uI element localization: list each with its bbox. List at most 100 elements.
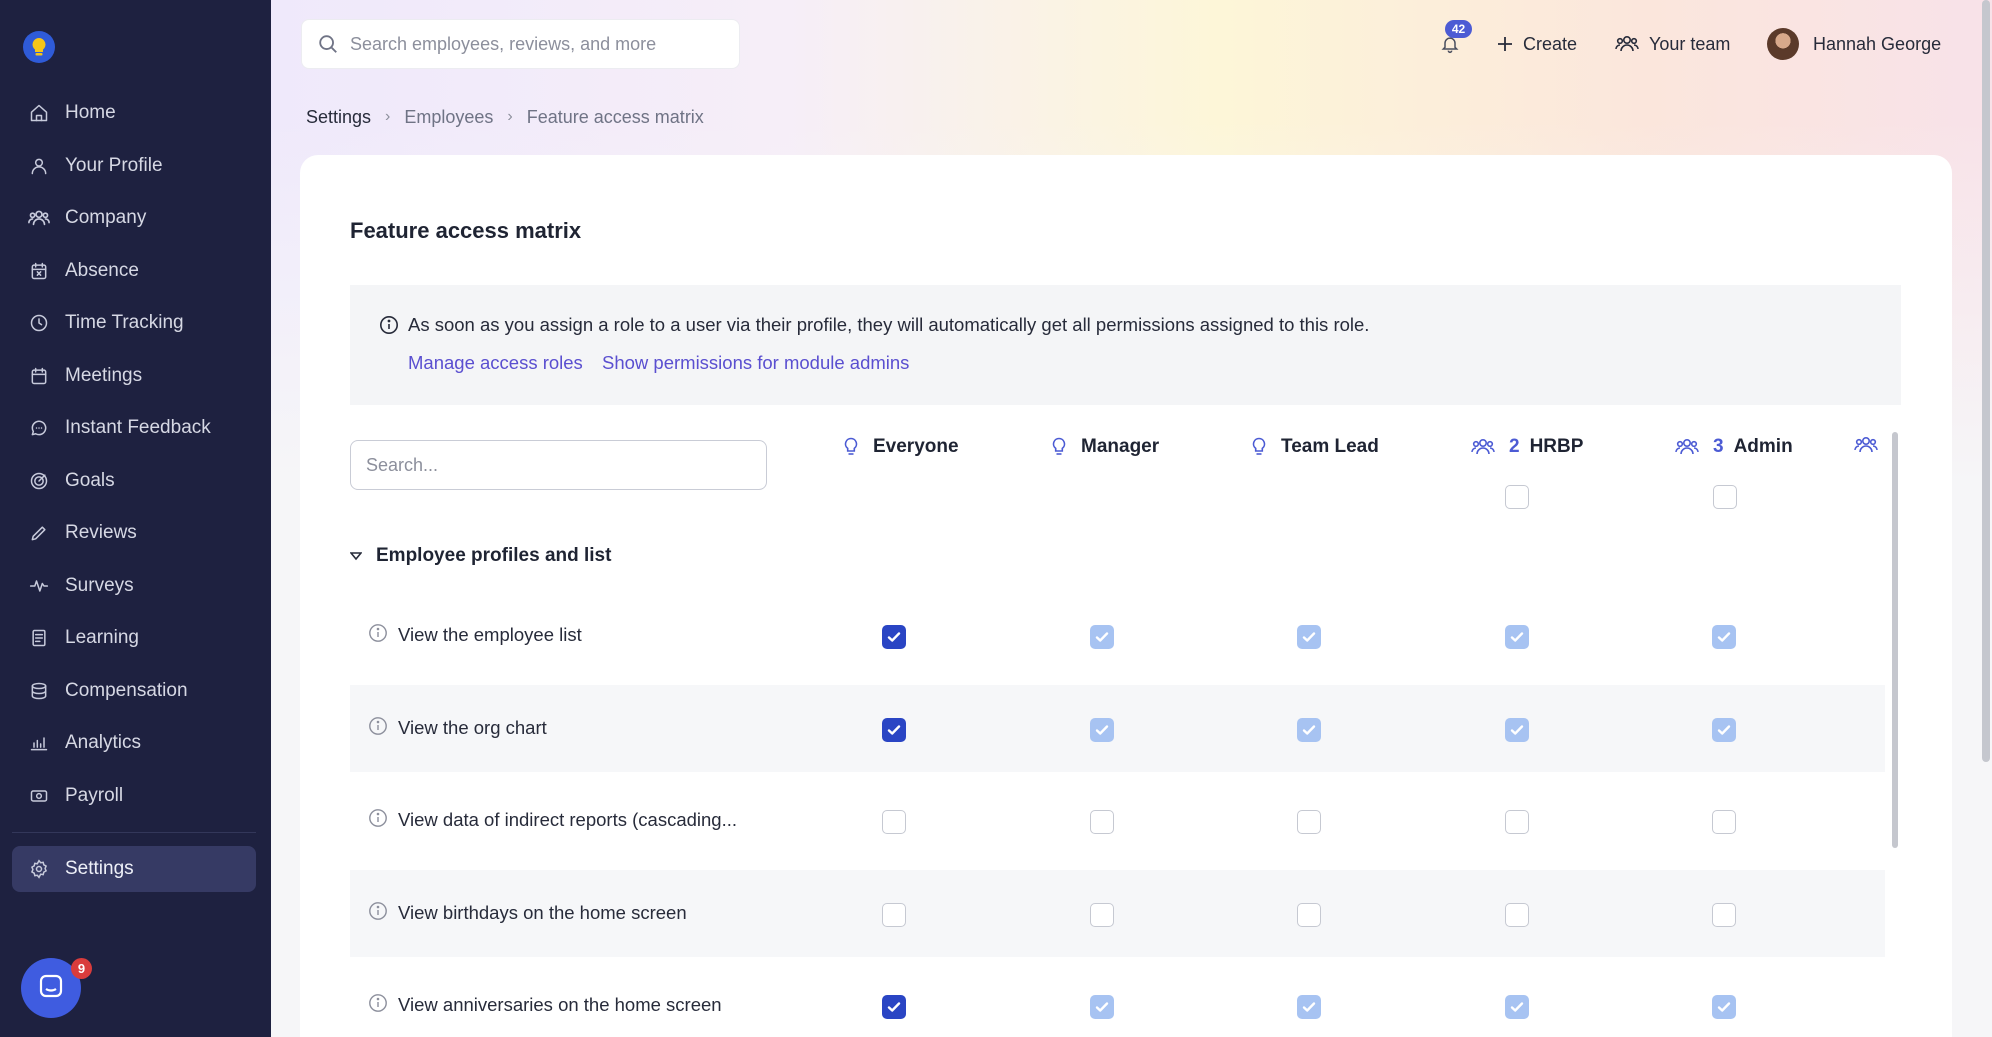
sidebar-item-analytics[interactable]: Analytics <box>12 720 256 766</box>
sidebar-item-label: Instant Feedback <box>65 417 211 438</box>
coins-icon <box>28 680 50 702</box>
permission-checkbox[interactable] <box>1712 995 1736 1019</box>
select-all-hrbp-checkbox[interactable] <box>1505 485 1529 509</box>
permission-checkbox[interactable] <box>1297 995 1321 1019</box>
create-button[interactable]: Create <box>1497 28 1577 60</box>
table-row: View data of indirect reports (cascading… <box>350 777 1885 864</box>
sidebar-item-settings[interactable]: Settings <box>12 846 256 892</box>
sidebar-item-absence[interactable]: Absence <box>12 248 256 294</box>
section-title: Employee profiles and list <box>376 545 612 566</box>
book-icon <box>28 627 50 649</box>
sidebar-item-goals[interactable]: Goals <box>12 458 256 504</box>
permission-checkbox[interactable] <box>1090 718 1114 742</box>
permission-checkbox[interactable] <box>1090 903 1114 927</box>
sidebar-item-home[interactable]: Home <box>12 90 256 136</box>
sidebar-item-payroll[interactable]: Payroll <box>12 773 256 819</box>
permission-checkbox[interactable] <box>1712 718 1736 742</box>
permission-checkbox[interactable] <box>1297 903 1321 927</box>
sidebar-item-company[interactable]: Company <box>12 195 256 241</box>
column-header-hrbp[interactable]: 2 HRBP <box>1471 432 1583 462</box>
info-icon[interactable] <box>368 901 388 926</box>
sidebar-item-instant-feedback[interactable]: Instant Feedback <box>12 405 256 451</box>
permission-checkbox[interactable] <box>882 810 906 834</box>
permission-checkbox[interactable] <box>1090 810 1114 834</box>
permission-checkbox[interactable] <box>1505 625 1529 649</box>
sidebar-item-label: Company <box>65 207 147 228</box>
manage-access-roles-link[interactable]: Manage access roles <box>408 352 583 374</box>
permission-checkbox[interactable] <box>882 718 906 742</box>
your-team-button[interactable]: Your team <box>1615 28 1730 60</box>
matrix-scrollbar[interactable] <box>1892 432 1898 848</box>
avatar <box>1767 28 1799 60</box>
breadcrumb-employees[interactable]: Employees <box>404 107 493 128</box>
breadcrumb-current: Feature access matrix <box>526 106 704 127</box>
permission-checkbox[interactable] <box>882 625 906 649</box>
matrix-search-input[interactable] <box>350 440 767 490</box>
column-header-everyone[interactable]: Everyone <box>843 432 959 462</box>
show-module-admin-permissions-link[interactable]: Show permissions for module admins <box>602 352 909 374</box>
select-all-admin-checkbox[interactable] <box>1713 485 1737 509</box>
info-icon[interactable] <box>368 623 388 648</box>
column-name: Everyone <box>873 436 959 457</box>
logo-bulb-icon[interactable] <box>23 31 55 63</box>
users-icon <box>1675 437 1699 457</box>
sidebar-item-label: Reviews <box>65 522 137 543</box>
bulb-icon <box>843 437 859 457</box>
chevron-right-icon: › <box>507 108 513 125</box>
info-icon[interactable] <box>368 716 388 741</box>
breadcrumb: Settings › Employees › Feature access ma… <box>306 104 704 130</box>
sidebar-item-time-tracking[interactable]: Time Tracking <box>12 300 256 346</box>
permission-checkbox[interactable] <box>1712 810 1736 834</box>
chat-unread-badge: 9 <box>71 958 92 979</box>
permission-checkbox[interactable] <box>1505 903 1529 927</box>
permission-label: View the org chart <box>398 717 547 738</box>
clock-icon <box>28 312 50 334</box>
user-menu-button[interactable]: Hannah George <box>1767 28 1941 60</box>
users-icon <box>1854 435 1878 460</box>
user-icon <box>28 155 50 177</box>
sidebar-item-label: Compensation <box>65 679 188 701</box>
sidebar-item-surveys[interactable]: Surveys <box>12 563 256 609</box>
sidebar-item-label: Payroll <box>65 784 124 806</box>
info-icon[interactable] <box>368 808 388 833</box>
permission-label: View the employee list <box>398 624 582 645</box>
permission-checkbox[interactable] <box>1712 903 1736 927</box>
permission-checkbox[interactable] <box>1090 625 1114 649</box>
page-title: Feature access matrix <box>350 218 582 243</box>
permission-checkbox[interactable] <box>1297 718 1321 742</box>
bulb-icon <box>1251 437 1267 457</box>
column-header-admin[interactable]: 3 Admin <box>1675 432 1793 462</box>
section-toggle[interactable]: Employee profiles and list <box>350 542 611 570</box>
sidebar-item-compensation[interactable]: Compensation <box>12 668 256 714</box>
page-scrollbar[interactable] <box>1982 0 1990 762</box>
permission-checkbox[interactable] <box>1505 810 1529 834</box>
sidebar-item-label: Meetings <box>65 364 143 386</box>
sidebar-item-your-profile[interactable]: Your Profile <box>12 143 256 189</box>
permission-checkbox[interactable] <box>1505 995 1529 1019</box>
permission-checkbox[interactable] <box>1090 995 1114 1019</box>
info-icon[interactable] <box>368 993 388 1018</box>
search-icon <box>317 33 339 60</box>
chat-icon <box>37 972 65 1005</box>
users-icon <box>1471 437 1495 457</box>
create-label: Create <box>1523 33 1578 54</box>
breadcrumb-settings[interactable]: Settings <box>306 107 371 128</box>
sidebar-item-label: Surveys <box>65 574 134 596</box>
column-header-team-lead[interactable]: Team Lead <box>1251 432 1379 462</box>
column-header-manager[interactable]: Manager <box>1051 432 1159 462</box>
sidebar-item-learning[interactable]: Learning <box>12 615 256 661</box>
permission-checkbox[interactable] <box>1297 625 1321 649</box>
permission-checkbox[interactable] <box>1297 810 1321 834</box>
sidebar-item-label: Time Tracking <box>65 312 184 333</box>
permission-checkbox[interactable] <box>882 903 906 927</box>
permission-checkbox[interactable] <box>882 995 906 1019</box>
permission-label: View birthdays on the home screen <box>398 902 687 923</box>
column-name: HRBP <box>1529 436 1584 457</box>
permission-checkbox[interactable] <box>1712 625 1736 649</box>
sidebar-item-reviews[interactable]: Reviews <box>12 510 256 556</box>
permission-checkbox[interactable] <box>1505 718 1529 742</box>
sidebar-item-meetings[interactable]: Meetings <box>12 353 256 399</box>
global-search-input[interactable]: Search employees, reviews, and more <box>301 19 740 69</box>
notifications-count-badge: 42 <box>1445 20 1472 38</box>
caret-down-icon <box>350 551 362 561</box>
